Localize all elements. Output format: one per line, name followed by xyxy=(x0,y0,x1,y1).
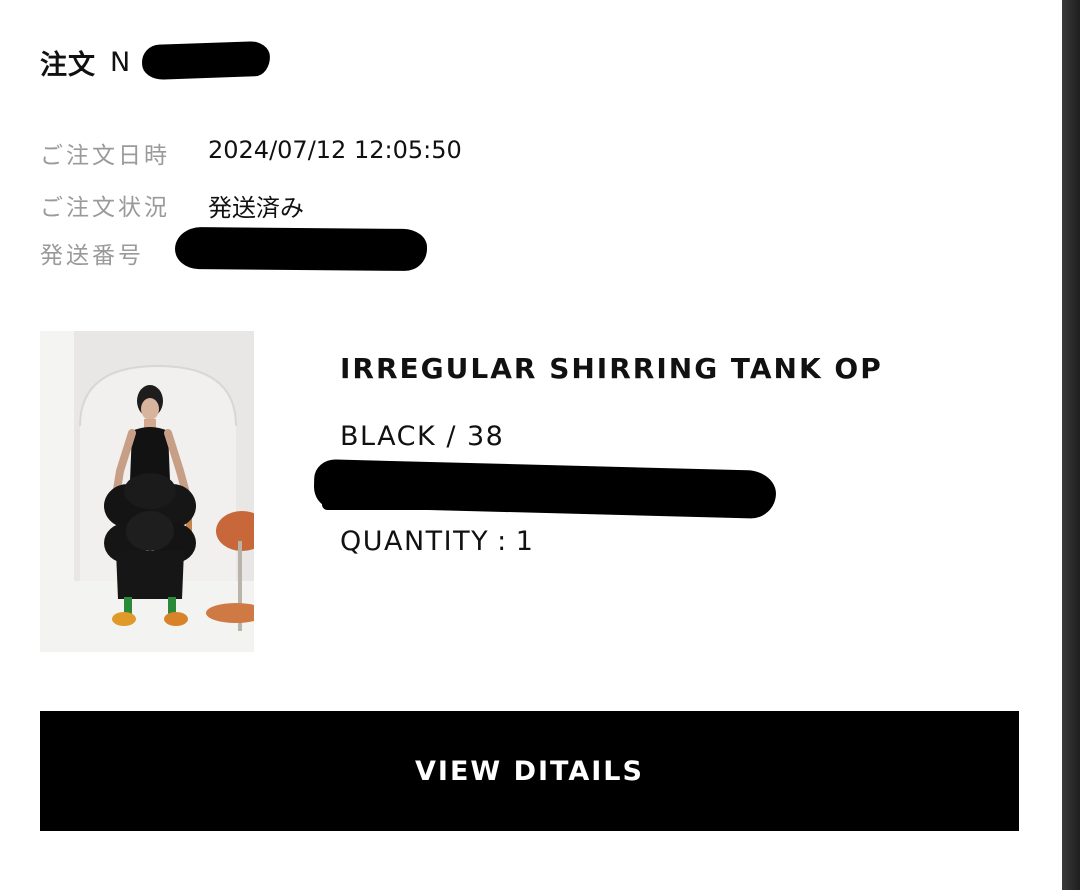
quantity-value: 1 xyxy=(515,526,535,557)
view-details-button[interactable]: VIEW DITAILS xyxy=(40,711,1019,831)
order-title-label: 注文 xyxy=(40,49,96,81)
order-number: N xyxy=(110,46,131,78)
quantity-separator: : xyxy=(497,526,508,557)
shipping-number-label: 発送番号 xyxy=(40,243,144,269)
price-redaction-extra xyxy=(322,488,522,510)
quantity-label: QUANTITY xyxy=(340,526,490,557)
product-name[interactable]: IRREGULAR SHIRRING TANK OP xyxy=(340,352,883,385)
product-variant: BLACK / 38 xyxy=(340,421,505,452)
product-quantity: QUANTITY:1 xyxy=(340,526,534,557)
order-header: 注文 N xyxy=(40,42,130,82)
order-card: 注文 N ご注文日時 2024/07/12 12:05:50 ご注文状況 発送済… xyxy=(0,0,1080,890)
order-number-redaction xyxy=(141,40,271,81)
order-date-label: ご注文日時 xyxy=(40,143,170,169)
product-image[interactable] xyxy=(40,331,254,652)
order-date-value: 2024/07/12 12:05:50 xyxy=(208,136,462,164)
order-status-label: ご注文状況 xyxy=(40,195,170,221)
order-status-value: 発送済み xyxy=(208,194,304,222)
shipping-number-redaction xyxy=(174,226,428,272)
screen-edge xyxy=(1062,0,1080,890)
